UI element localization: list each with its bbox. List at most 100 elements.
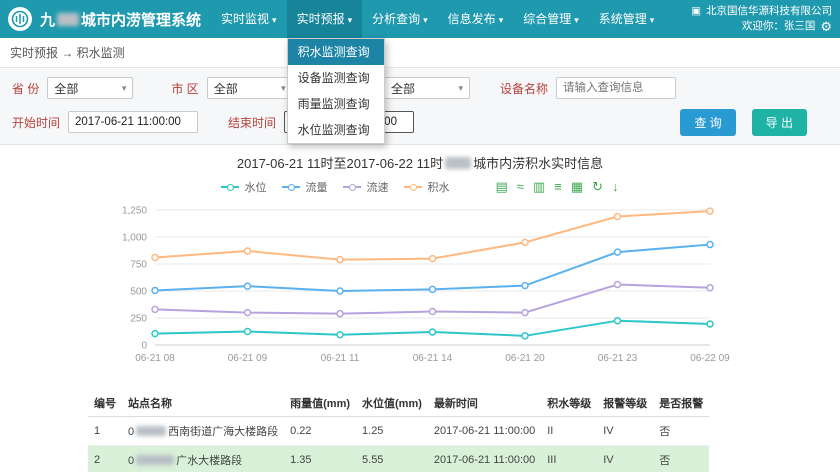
chevron-down-icon: ▾ [499, 15, 504, 25]
legend-item-accumulation[interactable]: 积水 [404, 179, 449, 195]
city-select-value: 全部 [214, 80, 238, 97]
svg-text:06-21 09: 06-21 09 [228, 353, 268, 364]
top-nav-bar: 九城市内涝管理系统 实时监视▾ 实时预报▾ 积水监测查询 设备监测查询 雨量监测… [0, 0, 840, 38]
chevron-down-icon: ▾ [574, 15, 579, 25]
chevron-down-icon: ▾ [272, 15, 277, 25]
svg-text:06-21 20: 06-21 20 [505, 353, 545, 364]
column-header-is-alarmed: 是否报警 [653, 390, 709, 417]
county-select[interactable]: 全部 ▾ [384, 77, 470, 99]
line-chart-icon[interactable]: ≈ [517, 178, 524, 196]
menu-item-rainfall-monitor-query[interactable]: 雨量监测查询 [288, 91, 384, 117]
menu-item-water-level-monitor-query[interactable]: 水位监测查询 [288, 117, 384, 143]
nav-item-analysis-query[interactable]: 分析查询▾ [362, 0, 438, 38]
svg-text:250: 250 [130, 314, 147, 325]
cell-alarm-level: IV [597, 417, 653, 446]
monitoring-table: 编号 站点名称 雨量值(mm) 水位值(mm) 最新时间 积水等级 报警等级 是… [88, 390, 688, 472]
chevron-down-icon: ▾ [423, 15, 428, 25]
province-label: 省 份 [12, 80, 39, 97]
app-title: 九城市内涝管理系统 [40, 9, 201, 30]
column-header-rainfall: 雨量值(mm) [284, 390, 356, 417]
nav-item-label: 分析查询 [372, 12, 420, 26]
line-chart-canvas: 0 250 500 750 1,000 1,250 06-21 08 06-21 09 06-2… [100, 200, 740, 375]
nav-item-realtime-monitoring[interactable]: 实时监视▾ [211, 0, 287, 38]
column-header-accumulation-level: 积水等级 [541, 390, 597, 417]
tiled-icon[interactable]: ▦ [571, 178, 583, 196]
company-logo-icon: ▣ [691, 4, 701, 19]
query-button[interactable]: 查 询 [680, 109, 735, 136]
company-name: 北京国信华源科技有限公司 [706, 4, 832, 19]
cell-station-name: 0广水大楼路段 [122, 446, 284, 472]
svg-text:06-21 11: 06-21 11 [321, 353, 360, 364]
save-image-icon[interactable]: ↓ [612, 178, 619, 196]
header-right: ▣ 北京国信华源科技有限公司 欢迎你：张三国 ⚙ [691, 4, 840, 34]
device-name-input[interactable] [556, 77, 676, 99]
chevron-down-icon: ▾ [281, 83, 286, 94]
cell-accumulation-level: II [541, 417, 597, 446]
column-header-water-level: 水位值(mm) [356, 390, 428, 417]
start-time-label: 开始时间 [12, 114, 60, 131]
svg-text:06-21 08: 06-21 08 [135, 353, 175, 364]
svg-text:06-21 14: 06-21 14 [413, 353, 453, 364]
legend-marker [343, 186, 361, 188]
menu-item-device-monitor-query[interactable]: 设备监测查询 [288, 65, 384, 91]
column-header-latest-time: 最新时间 [428, 390, 541, 417]
restore-icon[interactable]: ↻ [592, 178, 603, 196]
cell-latest-time: 2017-06-21 11:00:00 [428, 417, 541, 446]
stack-icon[interactable]: ≡ [554, 178, 562, 196]
nav-item-label: 实时预报 [297, 12, 345, 26]
svg-text:1,250: 1,250 [122, 206, 147, 217]
svg-text:500: 500 [130, 287, 147, 298]
chart-title: 2017-06-21 11时至2017-06-22 11时城市内涝积水实时信息 [0, 153, 840, 172]
cell-id: 1 [88, 417, 122, 446]
chart-header: 水位 流量 流速 积水 ▤ ≈ ▥ ≡ ▦ ↻ ↓ [0, 178, 840, 196]
table-row[interactable]: 1 0西南街道广海大楼路段 0.22 1.25 2017-06-21 11:00… [88, 417, 709, 446]
nav-item-comprehensive-management[interactable]: 综合管理▾ [513, 0, 589, 38]
gear-icon[interactable]: ⚙ [820, 19, 832, 34]
legend-marker [404, 186, 422, 188]
cell-is-alarmed: 否 [653, 417, 709, 446]
bar-chart-icon[interactable]: ▥ [533, 178, 545, 196]
redacted-text [136, 426, 166, 436]
legend-marker [221, 186, 239, 188]
line-chart: 0 250 500 750 1,000 1,250 06-21 08 06-21 09 06-2… [100, 200, 740, 380]
device-name-label: 设备名称 [500, 80, 548, 97]
column-header-id: 编号 [88, 390, 122, 417]
svg-text:1,000: 1,000 [122, 233, 147, 244]
legend-label: 水位 [244, 179, 266, 195]
menu-item-water-accumulation-query[interactable]: 积水监测查询 [288, 39, 384, 65]
export-button[interactable]: 导 出 [752, 109, 807, 136]
data-view-icon[interactable]: ▤ [495, 178, 507, 196]
app-logo-icon [8, 7, 32, 31]
legend-label: 积水 [427, 179, 449, 195]
nav-item-system-management[interactable]: 系统管理▾ [589, 0, 665, 38]
legend-item-flow-speed[interactable]: 流速 [343, 179, 388, 195]
cell-id: 2 [88, 446, 122, 472]
chevron-down-icon: ▾ [650, 15, 655, 25]
cell-accumulation-level: III [541, 446, 597, 472]
cell-water-level: 5.55 [356, 446, 428, 472]
province-select-value: 全部 [54, 80, 78, 97]
city-label: 市 区 [171, 80, 198, 97]
province-select[interactable]: 全部 ▾ [47, 77, 133, 99]
county-select-value: 全部 [391, 80, 415, 97]
cell-rainfall: 1.35 [284, 446, 356, 472]
chevron-down-icon: ▾ [122, 83, 127, 94]
legend-marker [282, 186, 300, 188]
table-row[interactable]: 2 0广水大楼路段 1.35 5.55 2017-06-21 11:00:00 … [88, 446, 709, 472]
main-nav: 实时监视▾ 实时预报▾ 积水监测查询 设备监测查询 雨量监测查询 水位监测查询 … [211, 0, 664, 38]
city-select[interactable]: 全部 ▾ [207, 77, 293, 99]
start-time-input[interactable] [68, 111, 198, 133]
nav-item-info-release[interactable]: 信息发布▾ [438, 0, 514, 38]
main-content: 2017-06-21 11时至2017-06-22 11时城市内涝积水实时信息 … [0, 153, 840, 472]
nav-item-realtime-forecast[interactable]: 实时预报▾ 积水监测查询 设备监测查询 雨量监测查询 水位监测查询 [287, 0, 363, 38]
forecast-dropdown-menu: 积水监测查询 设备监测查询 雨量监测查询 水位监测查询 [287, 38, 385, 144]
filter-row-time: 开始时间 结束时间 查 询 导 出 [0, 108, 840, 136]
legend-item-water-level[interactable]: 水位 [221, 179, 266, 195]
svg-text:750: 750 [130, 260, 147, 271]
legend-label: 流量 [305, 179, 327, 195]
nav-item-label: 信息发布 [448, 12, 496, 26]
chart-legend: 水位 流量 流速 积水 [221, 179, 449, 195]
svg-text:0: 0 [141, 341, 147, 352]
cell-is-alarmed: 否 [653, 446, 709, 472]
legend-item-flow[interactable]: 流量 [282, 179, 327, 195]
